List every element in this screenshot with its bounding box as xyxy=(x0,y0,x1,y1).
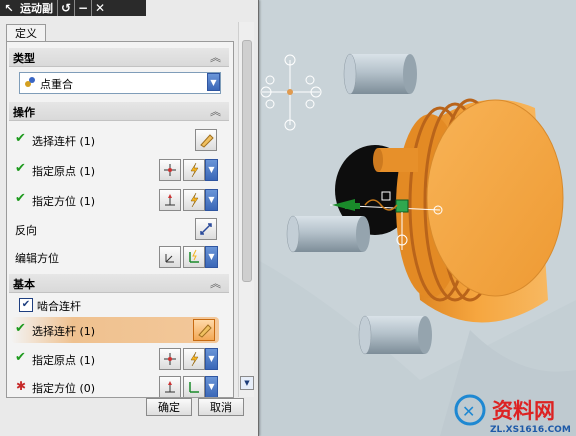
pin-cylinder-middle xyxy=(286,215,370,253)
select-link-button[interactable] xyxy=(195,129,217,151)
op-edit-orientation-row[interactable]: 编辑方位 ▼ xyxy=(11,244,225,270)
op-reverse-label: 反向 xyxy=(15,224,37,237)
base-origin-label: 指定原点 (1) xyxy=(32,354,96,367)
op-origin-label: 指定原点 (1) xyxy=(32,165,96,178)
section-base-title: 基本 xyxy=(13,278,35,291)
minimize-button[interactable]: − xyxy=(74,0,91,16)
chevron-down-icon[interactable]: ▼ xyxy=(205,159,218,181)
section-operation-title: 操作 xyxy=(13,106,35,119)
scroll-down-arrow-icon[interactable]: ▼ xyxy=(240,376,254,390)
pin-cylinder-bottom xyxy=(358,315,432,355)
select-link-button[interactable] xyxy=(193,319,215,341)
point-dialog-button[interactable] xyxy=(159,159,181,181)
section-operation-header[interactable]: 操作 ︽ xyxy=(9,102,229,121)
check-icon: ✔ xyxy=(15,131,26,146)
dialog-title: 运动副 xyxy=(20,2,53,15)
section-base-header[interactable]: 基本 ︽ xyxy=(9,274,229,293)
required-asterisk-icon: ✱ xyxy=(16,379,27,393)
infer-point-button[interactable] xyxy=(183,348,205,370)
scrollbar-thumb[interactable] xyxy=(242,40,252,282)
joint-app-icon: ↖ xyxy=(4,1,14,15)
mesh-link-checkbox[interactable]: ✔ xyxy=(19,298,33,312)
tab-define[interactable]: 定义 xyxy=(6,24,46,42)
watermark-brand: 资料网 xyxy=(492,399,555,423)
collapse-chevron-icon: ︽ xyxy=(210,105,221,118)
point-coincident-icon xyxy=(24,76,36,88)
svg-text:✕: ✕ xyxy=(462,402,475,421)
reverse-direction-button[interactable] xyxy=(195,218,217,240)
section-type-title: 类型 xyxy=(13,52,35,65)
section-type-header[interactable]: 类型 ︽ xyxy=(9,48,229,67)
chevron-down-icon[interactable]: ▼ xyxy=(207,73,220,91)
chevron-down-icon[interactable]: ▼ xyxy=(205,376,218,397)
type-select-value: 点重合 xyxy=(40,78,73,91)
chevron-down-icon[interactable]: ▼ xyxy=(205,246,218,268)
infer-csys-button[interactable] xyxy=(183,246,205,268)
csys-dialog-button[interactable] xyxy=(159,246,181,268)
chevron-down-icon[interactable]: ▼ xyxy=(205,189,218,211)
close-button[interactable]: ✕ xyxy=(91,0,108,16)
op-orientation-row[interactable]: ✔ 指定方位 (1) ▼ xyxy=(11,187,225,213)
base-orientation-row[interactable]: ✱ 指定方位 (0) ▼ xyxy=(11,374,225,397)
motion-joint-dialog: ↖ 运动副 ↺ − ✕ 定义 类型 ︽ 点重合 ▼ 操作 ︽ ✔ 选择连杆 (1… xyxy=(0,0,259,436)
check-icon: ✔ xyxy=(15,161,26,176)
collapse-chevron-icon: ︽ xyxy=(210,277,221,290)
reset-button[interactable]: ↺ xyxy=(57,0,74,16)
ok-button[interactable]: 确定 xyxy=(146,398,192,416)
pin-cylinder-top xyxy=(343,53,417,95)
base-orientation-label: 指定方位 (0) xyxy=(32,382,96,395)
check-icon: ✔ xyxy=(15,191,26,206)
check-icon: ✔ xyxy=(15,350,26,365)
collapse-chevron-icon: ︽ xyxy=(210,51,221,64)
dialog-titlebar[interactable]: ↖ 运动副 ↺ − ✕ xyxy=(0,0,146,16)
op-select-link-label: 选择连杆 (1) xyxy=(32,135,96,148)
base-origin-row[interactable]: ✔ 指定原点 (1) ▼ xyxy=(11,346,225,372)
op-origin-row[interactable]: ✔ 指定原点 (1) ▼ xyxy=(11,157,225,183)
type-select[interactable]: 点重合 ▼ xyxy=(19,72,221,94)
infer-vector-button[interactable] xyxy=(183,189,205,211)
base-select-link-label: 选择连杆 (1) xyxy=(32,325,96,338)
point-dialog-button[interactable] xyxy=(159,348,181,370)
mesh-link-label: 啮合连杆 xyxy=(37,300,81,313)
vector-dialog-button[interactable] xyxy=(159,189,181,211)
dialog-panel: 类型 ︽ 点重合 ▼ 操作 ︽ ✔ 选择连杆 (1) ✔ 指定原点 (1) ▼ … xyxy=(6,41,234,398)
dialog-scrollbar[interactable]: ▼ xyxy=(238,22,254,397)
op-reverse-row[interactable]: 反向 xyxy=(11,216,225,242)
chevron-down-icon[interactable]: ▼ xyxy=(205,348,218,370)
op-edit-orientation-label: 编辑方位 xyxy=(15,252,59,265)
infer-vector-button[interactable] xyxy=(183,376,205,397)
op-select-link-row[interactable]: ✔ 选择连杆 (1) xyxy=(11,127,225,153)
op-orientation-label: 指定方位 (1) xyxy=(32,195,96,208)
cancel-button[interactable]: 取消 xyxy=(198,398,244,416)
watermark-url: ZL.XS1616.COM xyxy=(490,425,571,435)
infer-point-button[interactable] xyxy=(183,159,205,181)
vector-dialog-button[interactable] xyxy=(159,376,181,397)
check-icon: ✔ xyxy=(15,321,26,336)
mesh-link-checkbox-row[interactable]: ✔ 啮合连杆 xyxy=(17,296,217,314)
base-select-link-row[interactable]: ✔ 选择连杆 (1) xyxy=(11,317,219,343)
